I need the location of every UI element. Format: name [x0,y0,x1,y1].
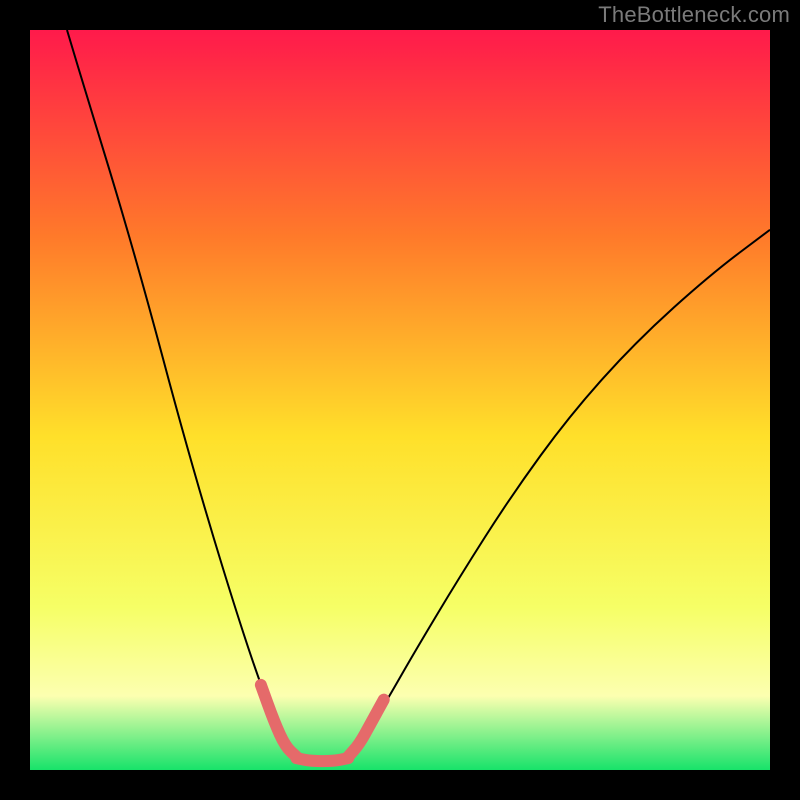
gradient-background [30,30,770,770]
bottleneck-chart [30,30,770,770]
watermark-text: TheBottleneck.com [598,2,790,28]
chart-container [30,30,770,770]
series-highlight-bottom [296,758,348,761]
